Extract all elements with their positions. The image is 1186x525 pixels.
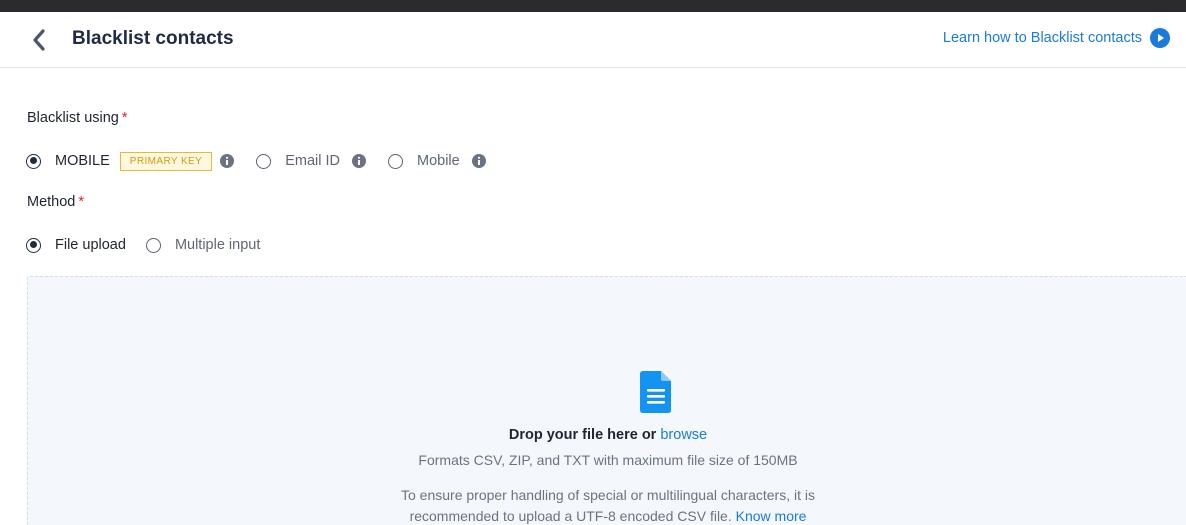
radio-file-upload[interactable]: [26, 237, 41, 253]
method-label: Method *: [27, 194, 84, 210]
required-mark: *: [121, 110, 128, 126]
blacklist-using-options: MOBILE PRIMARY KEY Email ID Mobile: [26, 150, 486, 172]
learn-how-link-label: Learn how to Blacklist contacts: [942, 30, 1142, 46]
radio-mobile[interactable]: [387, 153, 403, 169]
learn-how-link[interactable]: Learn how to Blacklist contacts: [943, 28, 1170, 48]
option-mobile-label[interactable]: Mobile: [417, 153, 460, 169]
back-chevron-icon[interactable]: [26, 26, 54, 54]
encoding-note-line2: recommended to upload a UTF-8 encoded CS…: [28, 508, 1186, 524]
formats-text: Formats CSV, ZIP, and TXT with maximum f…: [418, 452, 798, 468]
radio-multiple-input[interactable]: [145, 237, 161, 253]
encoding-note-text: recommended to upload a UTF-8 encoded CS…: [409, 508, 732, 524]
blacklist-using-text: Blacklist using: [27, 110, 119, 126]
option-file-upload-label[interactable]: File upload: [55, 237, 126, 253]
method-text: Method: [27, 194, 76, 210]
info-icon[interactable]: [351, 154, 366, 168]
option-multiple-input-label[interactable]: Multiple input: [175, 237, 260, 253]
play-circle-icon: [1150, 28, 1170, 48]
drop-text: Drop your file here or: [508, 427, 657, 443]
browse-link[interactable]: browse: [660, 427, 707, 443]
radio-email-id[interactable]: [256, 153, 272, 169]
know-more-link[interactable]: Know more: [736, 508, 807, 524]
file-dropzone[interactable]: Drop your file here or browse Formats CS…: [27, 276, 1186, 525]
required-mark: *: [78, 194, 85, 210]
encoding-note-line1: To ensure proper handling of special or …: [401, 487, 815, 503]
option-mobile-primary-label[interactable]: MOBILE: [55, 153, 110, 169]
document-icon: [640, 371, 672, 413]
browser-top-strip: [0, 0, 1186, 12]
info-icon[interactable]: [471, 154, 486, 168]
method-options: File upload Multiple input: [26, 234, 260, 256]
info-icon[interactable]: [220, 154, 235, 168]
page-title: Blacklist contacts: [72, 28, 234, 49]
drop-instruction: Drop your file here or browse: [28, 427, 1186, 443]
blacklist-using-label: Blacklist using *: [27, 110, 128, 126]
radio-mobile-primary[interactable]: [26, 153, 41, 169]
primary-key-badge: PRIMARY KEY: [119, 151, 213, 171]
option-email-id-label[interactable]: Email ID: [285, 153, 340, 169]
page-header: Blacklist contacts Learn how to Blacklis…: [0, 12, 1186, 68]
